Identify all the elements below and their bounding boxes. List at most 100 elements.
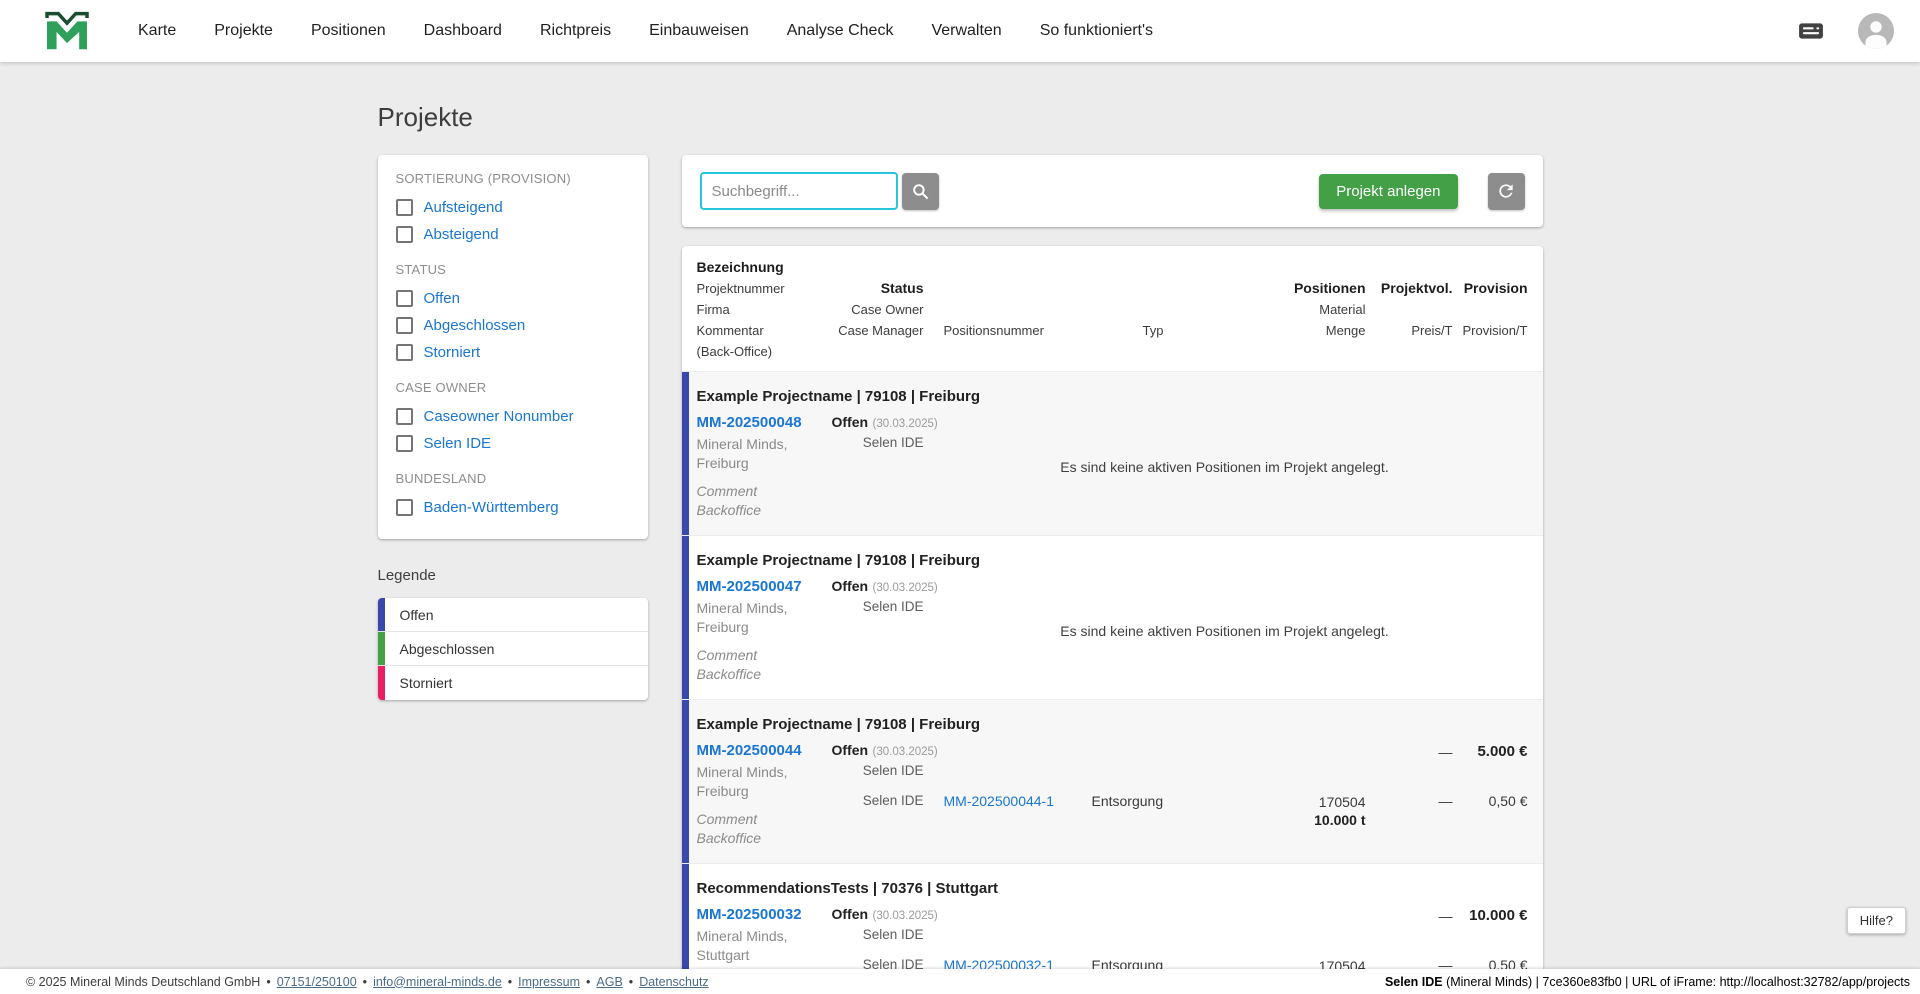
project-comment: Comment Backoffice — [696, 647, 762, 682]
filter-option-offen[interactable]: Offen — [395, 285, 630, 312]
toolbar-actions: Projekt anlegen — [1319, 172, 1525, 210]
filter-heading-status: STATUS — [395, 262, 447, 277]
nav-item-projekte[interactable]: Projekte — [214, 22, 273, 40]
checkbox-icon[interactable] — [395, 199, 413, 216]
nav-item-positionen[interactable]: Positionen — [311, 22, 386, 40]
col-positionsnummer: Positionsnummer — [943, 323, 1044, 338]
project-status: Offen (30.03.2025) Selen IDE — [831, 414, 938, 450]
project-title: Example Projectname | 79108 | Freiburg — [696, 716, 981, 733]
project-number-link[interactable]: MM-202500032 — [697, 906, 832, 923]
person-icon — [1858, 13, 1894, 49]
project-provision: 10.000 € — [1469, 907, 1528, 924]
nav-item-so-funktionierts[interactable]: So funktioniert's — [1040, 22, 1153, 40]
session-user: Selen IDE — [1384, 974, 1443, 989]
legend-item-storniert: Storniert — [377, 666, 648, 700]
project-volume: — — [1438, 744, 1453, 760]
legend-color-cancelled — [377, 666, 385, 700]
footer-impressum-link[interactable]: Impressum — [518, 975, 580, 989]
col-positionen: Positionen Material Menge — [1293, 280, 1366, 338]
project-company: Mineral Minds, Freiburg — [696, 764, 788, 799]
search-button[interactable] — [901, 172, 939, 210]
filter-heading-case-owner: CASE OWNER — [395, 380, 487, 395]
filter-option-storniert[interactable]: Storniert — [395, 339, 630, 366]
project-volume: — — [1438, 908, 1453, 924]
create-project-button[interactable]: Projekt anlegen — [1319, 173, 1458, 209]
no-positions-message: Es sind keine aktiven Positionen im Proj… — [1060, 459, 1389, 475]
project-provision — [1453, 578, 1528, 579]
refresh-button[interactable] — [1487, 172, 1525, 210]
session-details: (Mineral Minds) | 7ce360e83fb0 | URL of … — [1442, 974, 1910, 989]
project-row: Example Projectname | 79108 | Freiburg M… — [681, 699, 1543, 863]
nav-item-richtpreis[interactable]: Richtpreis — [540, 22, 611, 40]
nav-item-analyse-check[interactable]: Analyse Check — [787, 22, 894, 40]
filter-option-absteigend[interactable]: Absteigend — [395, 221, 630, 248]
footer-agb-link[interactable]: AGB — [596, 975, 622, 989]
project-number-link[interactable]: MM-202500048 — [697, 414, 832, 431]
sidebar: SORTIERUNG (PROVISION) Aufsteigend Abste… — [377, 155, 648, 700]
legend-title: Legende — [377, 567, 436, 584]
footer: © 2025 Mineral Minds Deutschland GmbH • … — [0, 969, 1920, 994]
projects-table: Bezeichnung Projektnummer Firma Kommenta… — [681, 246, 1543, 994]
mineral-minds-logo[interactable] — [44, 11, 90, 51]
checkbox-icon[interactable] — [395, 499, 413, 516]
project-number-link[interactable]: MM-202500047 — [697, 578, 832, 595]
legend: Offen Abgeschlossen Storniert — [377, 598, 648, 700]
footer-datenschutz-link[interactable]: Datenschutz — [639, 975, 708, 989]
filter-option-caseowner-nonumber[interactable]: Caseowner Nonumber — [395, 403, 630, 430]
user-avatar[interactable] — [1858, 13, 1894, 49]
project-row: Example Projectname | 79108 | Freiburg M… — [681, 535, 1543, 699]
col-provision: Provision Provision/T — [1462, 280, 1528, 338]
col-projektvol: Projektvol. Preis/T — [1380, 280, 1453, 338]
footer-email-link[interactable]: info@mineral-minds.de — [373, 975, 502, 989]
main-nav: Karte Projekte Positionen Dashboard Rich… — [138, 22, 1153, 40]
checkbox-icon[interactable] — [395, 408, 413, 425]
col-status: Status Case Owner Case Manager — [838, 280, 924, 338]
position-provision: 0,50 € — [1488, 793, 1528, 809]
footer-phone-link[interactable]: 07151/250100 — [277, 975, 357, 989]
checkbox-icon[interactable] — [395, 290, 413, 307]
search-input[interactable] — [699, 172, 898, 210]
filter-option-selen-ide[interactable]: Selen IDE — [395, 430, 630, 457]
position-number-link[interactable]: MM-202500044-1 — [944, 793, 1092, 809]
col-typ: Typ — [1142, 323, 1164, 338]
project-number-link[interactable]: MM-202500044 — [697, 742, 832, 759]
legend-color-open — [377, 598, 385, 631]
checkbox-icon[interactable] — [395, 317, 413, 334]
checkbox-icon[interactable] — [395, 435, 413, 452]
status-strip-open — [681, 536, 689, 699]
checkbox-icon[interactable] — [395, 226, 413, 243]
separator: • — [266, 974, 271, 989]
filter-option-abgeschlossen[interactable]: Abgeschlossen — [395, 312, 630, 339]
case-owner: Selen IDE — [862, 763, 924, 778]
filter-option-aufsteigend[interactable]: Aufsteigend — [395, 194, 630, 221]
project-company: Mineral Minds, Stuttgart — [696, 928, 788, 963]
logo-m-icon — [45, 11, 89, 50]
search-group — [699, 172, 939, 210]
status-strip-open — [681, 700, 689, 863]
page-title: Projekte — [377, 102, 473, 132]
checkbox-icon[interactable] — [395, 344, 413, 361]
nav-item-karte[interactable]: Karte — [138, 22, 176, 40]
case-owner: Selen IDE — [862, 599, 924, 614]
case-owner: Selen IDE — [862, 435, 924, 450]
col-bezeichnung: Bezeichnung Projektnummer Firma Kommenta… — [696, 259, 785, 359]
filter-option-baden-wuerttemberg[interactable]: Baden-Württemberg — [395, 494, 630, 521]
separator: • — [362, 974, 368, 989]
status-strip-open — [681, 372, 689, 535]
card-reader-icon[interactable] — [1790, 16, 1832, 46]
nav-item-verwalten[interactable]: Verwalten — [931, 22, 1001, 40]
projects-main: Projekt anlegen Bezeichnung Projek — [681, 155, 1543, 994]
project-status: Offen (30.03.2025) Selen IDE — [831, 578, 938, 614]
nav-item-dashboard[interactable]: Dashboard — [424, 22, 502, 40]
project-company: Mineral Minds, Freiburg — [696, 600, 788, 635]
project-volume — [1366, 414, 1453, 416]
position-case-manager: Selen IDE — [862, 793, 924, 808]
project-provision: 5.000 € — [1477, 743, 1528, 760]
search-icon — [912, 183, 928, 199]
project-row: Example Projectname | 79108 | Freiburg M… — [681, 371, 1543, 535]
legend-color-done — [377, 632, 385, 665]
refresh-icon — [1499, 184, 1513, 198]
nav-item-einbauweisen[interactable]: Einbauweisen — [649, 22, 749, 40]
footer-left: © 2025 Mineral Minds Deutschland GmbH • … — [26, 975, 709, 989]
help-button[interactable]: Hilfe? — [1846, 907, 1906, 934]
